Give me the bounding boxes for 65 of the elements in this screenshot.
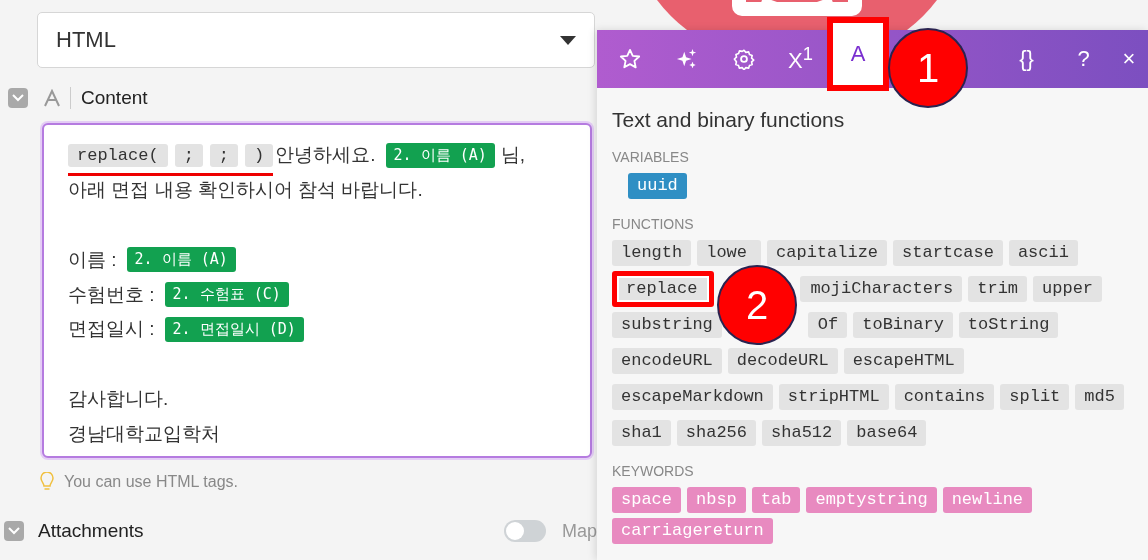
function-chip[interactable]: base64 [847,420,927,446]
panel-tab[interactable]: {} [998,30,1055,88]
sparkle-icon [675,48,698,70]
function-chip[interactable]: contains [894,384,995,410]
section-heading: KEYWORDS [612,463,695,479]
panel-title: Text and binary functions [612,108,846,132]
function-chip[interactable]: ascii [1008,240,1078,266]
function-chip[interactable]: capitalize [767,240,888,266]
toggle-label: Map [562,520,597,542]
function-chip[interactable]: escapeHTML [843,348,964,374]
content-text: 안녕하세요. [275,143,376,168]
map-toggle[interactable] [504,520,546,542]
section-heading: FUNCTIONS [612,216,695,232]
function-chip[interactable]: startcase [893,240,1003,266]
format-select[interactable]: HTML [37,12,595,68]
variable-chip[interactable]: uuid [628,173,687,199]
content-text: 이름 : [68,247,117,272]
function-chip[interactable]: split [1000,384,1070,410]
collapse-toggle[interactable] [4,521,24,541]
function-chip[interactable]: substring [612,312,722,338]
field-label: Content [81,87,148,109]
function-chip[interactable]: trim [968,276,1028,302]
content-editor[interactable]: replace( ; ; ) 안녕하세요. 2. 이름 (A) 님, 아래 면접 내용 확인하시어 참석 바랍니다. 이름 : 2. 이름 (A) 수험번호 : 2. 수험표 (C) 면접일시 : 2. 면접일시 (D) 감사합니다. 경남대학교입학처 [42,123,592,458]
function-chip[interactable]: encodeURL [612,348,722,374]
function-token[interactable]: ) [245,143,274,167]
function-chip[interactable]: sha256 [676,420,757,446]
function-chip[interactable]: upper [1033,276,1103,302]
content-text: 님, [500,143,525,168]
function-chip[interactable]: sha1 [612,420,671,446]
content-text: 경남대학교입학처 [68,421,220,446]
content-text: 감사합니다. [68,386,169,411]
collapse-toggle[interactable] [8,88,28,108]
lightbulb-icon [40,472,54,492]
function-token[interactable]: ; [209,143,239,167]
hint-text: You can use HTML tags. [64,473,239,491]
function-chip[interactable]: replace [612,271,715,307]
function-chip[interactable]: length [612,240,692,266]
settings-icon [732,48,755,70]
text-type-icon [43,89,61,107]
chevron-icon [12,94,24,102]
function-chip[interactable]: stripHTML [778,384,889,410]
panel-tab[interactable]: X$^{1}$ [772,30,829,88]
function-chip[interactable]: toBinary [853,312,953,338]
function-chip[interactable]: mojiCharacters [800,276,963,302]
panel-tab[interactable]: ? [1055,30,1112,88]
panel-tab[interactable]: × [1112,30,1146,88]
star-icon [618,48,641,70]
callout-marker: 1 [888,28,968,108]
function-token[interactable]: replace( [68,143,168,167]
function-token[interactable]: ; [174,143,203,167]
caret-icon [560,35,576,45]
function-chip[interactable]: lowe [697,240,762,266]
section-title: Attachments [38,520,144,542]
function-chip[interactable]: toString [958,312,1059,338]
chevron-icon [8,527,20,535]
function-chip[interactable]: Of [807,312,848,338]
section-heading: VARIABLES [612,149,690,165]
function-chip[interactable]: decodeURL [727,348,838,374]
callout-marker: 2 [717,265,797,345]
content-text: 면접일시 : [68,317,155,342]
content-text: 수험번호 : [68,282,155,307]
function-chip[interactable]: escapeMarkdown [612,384,773,410]
content-text: 아래 면접 내용 확인하시어 참석 바랍니다. [68,178,423,203]
function-chip[interactable]: md5 [1075,384,1124,410]
function-chip[interactable]: sha512 [762,420,842,446]
